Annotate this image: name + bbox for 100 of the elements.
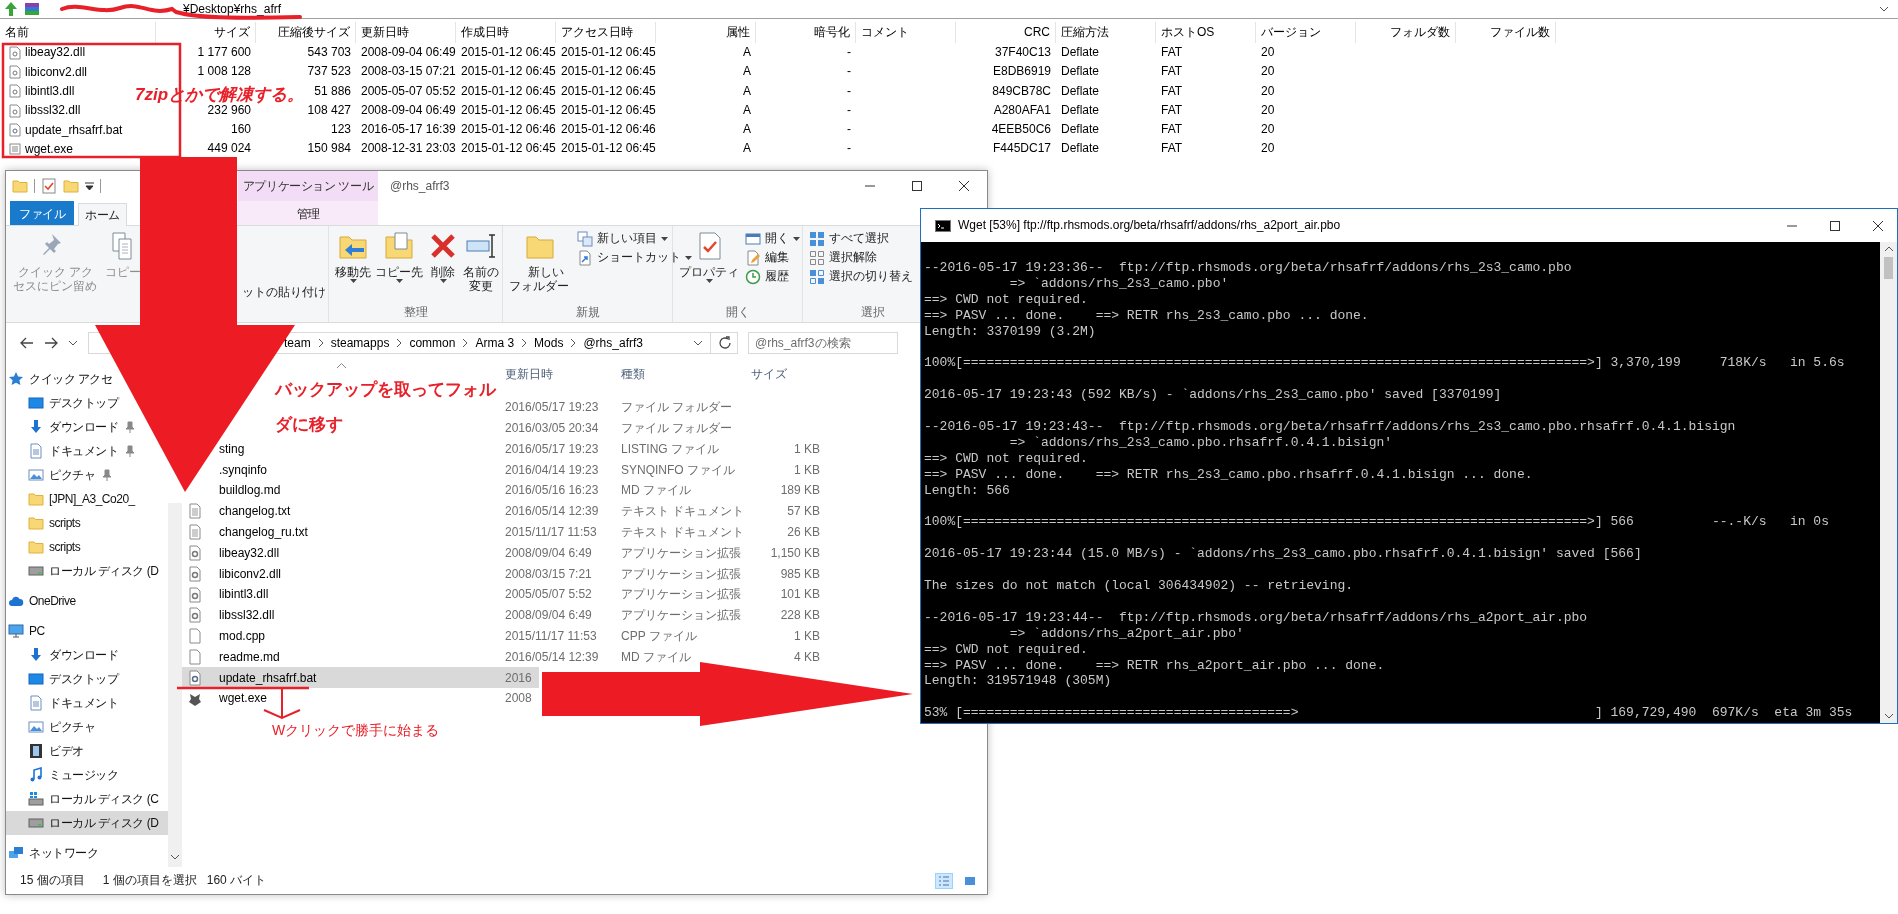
nav-item[interactable]: [JPN]_A3_Co20_ [6, 487, 139, 511]
breadcrumb-item[interactable]: Arma 3 [475, 335, 515, 351]
nav-item[interactable]: OneDrive [6, 589, 80, 613]
breadcrumb-item[interactable]: Mods [534, 335, 564, 351]
nav-item[interactable]: デスクトップ [6, 391, 122, 415]
column-header[interactable]: ファイル数 [1456, 22, 1556, 43]
ribbon-tab[interactable]: ファイル [10, 201, 74, 225]
ribbon-button[interactable]: コピー先 [373, 230, 425, 283]
nav-item[interactable]: ダウンロード [6, 643, 122, 667]
nav-item[interactable]: PC [6, 619, 49, 643]
chevron-down-icon[interactable] [1883, 712, 1894, 720]
column-header[interactable]: コメント [856, 22, 956, 43]
column-header[interactable]: サイズ [156, 22, 256, 43]
status-text: 1 個の項目を選択 [102, 873, 197, 888]
terminal-line: --2016-05-17 19:23:44-- ftp://ftp.rhsmods.org/beta/rhsafrf/addons/rhs_a2port_air.pbo [924, 609, 1588, 626]
text-file-icon [187, 503, 203, 520]
terminal-line: ==> CWD not required. [924, 450, 1088, 467]
nav-item[interactable]: ドキュメント [6, 691, 122, 715]
breadcrumb-item[interactable]: @rhs_afrf3 [583, 335, 643, 351]
column-header[interactable]: 更新日時 [356, 22, 456, 43]
column-header[interactable]: 種類 [617, 366, 747, 382]
close-icon[interactable] [1873, 220, 1883, 231]
nav-item[interactable]: ローカル ディスク (D [6, 811, 168, 835]
nav-item[interactable]: ローカル ディスク (D [6, 559, 163, 583]
file-name: libssl32.dll [25, 103, 81, 118]
nav-item[interactable]: デスクトップ [6, 667, 122, 691]
ribbon-button[interactable]: 移動先 [333, 230, 373, 283]
table-cell: 20 [1261, 64, 1275, 79]
nav-item[interactable]: ビデオ [6, 739, 88, 763]
back-arrow-icon[interactable] [20, 337, 34, 349]
column-header[interactable]: 作成日時 [456, 22, 556, 43]
breadcrumb-item[interactable]: common [409, 335, 456, 351]
column-header[interactable]: サイズ [747, 366, 824, 382]
chevron-down-icon[interactable] [68, 339, 78, 347]
column-header[interactable]: 更新日時 [501, 366, 617, 382]
column-header[interactable]: 名前 [0, 22, 156, 43]
caret-icon[interactable] [85, 182, 94, 190]
nav-item[interactable]: scripts [6, 535, 85, 559]
refresh-icon[interactable] [718, 336, 732, 350]
close-icon[interactable] [959, 181, 969, 191]
nav-item[interactable]: ミュージック [6, 763, 122, 787]
maximize-icon[interactable] [1830, 220, 1840, 231]
ribbon-tab[interactable]: ホーム [78, 203, 127, 226]
column-header[interactable]: フォルダ数 [1356, 22, 1456, 43]
breadcrumb-item[interactable]: steamapps [330, 335, 390, 351]
ribbon-button[interactable]: ットの貼り付け [240, 284, 328, 301]
ribbon-button[interactable]: 編集 [743, 249, 802, 266]
ribbon-button[interactable]: すべて選択 [807, 230, 915, 247]
file-row[interactable]: update_rhsafrf.bat 2016 [182, 667, 539, 689]
column-header[interactable]: ホストOS [1156, 22, 1256, 43]
ribbon-button[interactable]: 選択解除 [807, 249, 915, 266]
scrollbar-thumb[interactable] [1884, 257, 1893, 279]
forward-arrow-icon[interactable] [44, 337, 58, 349]
nav-item[interactable]: scripts [6, 511, 85, 535]
column-header[interactable]: 暗号化 [756, 22, 856, 43]
ribbon-button[interactable]: 名前の変更 [461, 230, 501, 293]
up-arrow-icon[interactable] [3, 1, 19, 17]
chevron-up-icon[interactable] [1883, 245, 1894, 253]
chevron-down-icon[interactable] [693, 339, 703, 347]
table-cell: 189 KB [780, 483, 820, 498]
column-header[interactable]: CRC [956, 22, 1056, 43]
file-name: update_rhsafrf.bat [219, 670, 317, 685]
column-header[interactable]: 属性 [656, 22, 756, 43]
column-header[interactable]: アクセス日時 [556, 22, 656, 43]
chevron-down-icon[interactable] [170, 853, 180, 861]
ribbon-button[interactable]: 新しいフォルダー [507, 230, 574, 293]
file-name: libeay32.dll [219, 545, 280, 561]
nav-item[interactable]: ネットワーク [6, 841, 102, 865]
column-header[interactable]: 圧縮方法 [1056, 22, 1156, 43]
computer-icon [8, 623, 24, 639]
nav-item[interactable]: ローカル ディスク (C [6, 787, 163, 811]
chevron-right-icon [396, 338, 403, 348]
scrollbar[interactable] [1880, 242, 1897, 723]
table-cell: Deflate [1061, 83, 1100, 98]
nav-item[interactable]: ドキュメント [6, 439, 139, 463]
grid-mixed-icon [809, 268, 825, 285]
nav-item[interactable]: クイック アクセ [6, 367, 117, 391]
chevron-down-icon[interactable] [1879, 5, 1889, 13]
maximize-icon[interactable] [912, 181, 922, 191]
checklist-icon[interactable] [41, 178, 57, 194]
table-cell: 985 KB [780, 566, 820, 581]
table-cell: 1 008 128 [197, 64, 251, 79]
breadcrumb-item[interactable]: team [284, 335, 311, 351]
ribbon-button[interactable]: 削除 [425, 230, 461, 283]
nav-item[interactable]: ピクチャ [6, 463, 116, 487]
search-field[interactable]: @rhs_afrf3の検索 [748, 332, 898, 354]
file-name: libssl32.dll [219, 608, 275, 623]
window-title: Wget [53%] ftp://ftp.rhsmods.org/beta/rhsafrf/addons/rhs_a2port_air.pbo [958, 218, 1341, 233]
nav-item[interactable]: ピクチャ [6, 715, 99, 739]
ribbon-button[interactable]: 選択の切り替え [807, 268, 915, 285]
folder-icon [28, 515, 44, 531]
column-header[interactable]: バージョン [1256, 22, 1356, 43]
scrollbar[interactable] [168, 503, 182, 867]
column-header[interactable]: 圧縮後サイズ [256, 22, 356, 43]
ribbon-button[interactable]: 開く [743, 230, 802, 247]
table-cell: 232 960 [207, 102, 251, 117]
nav-item[interactable]: ダウンロード [6, 415, 139, 439]
film-icon [28, 743, 44, 759]
ribbon-button[interactable]: 履歴 [743, 268, 802, 285]
terminal-line: ==> PASV ... done. ==> RETR rhs_2s3_camo.pbo ... done. [924, 307, 1369, 324]
